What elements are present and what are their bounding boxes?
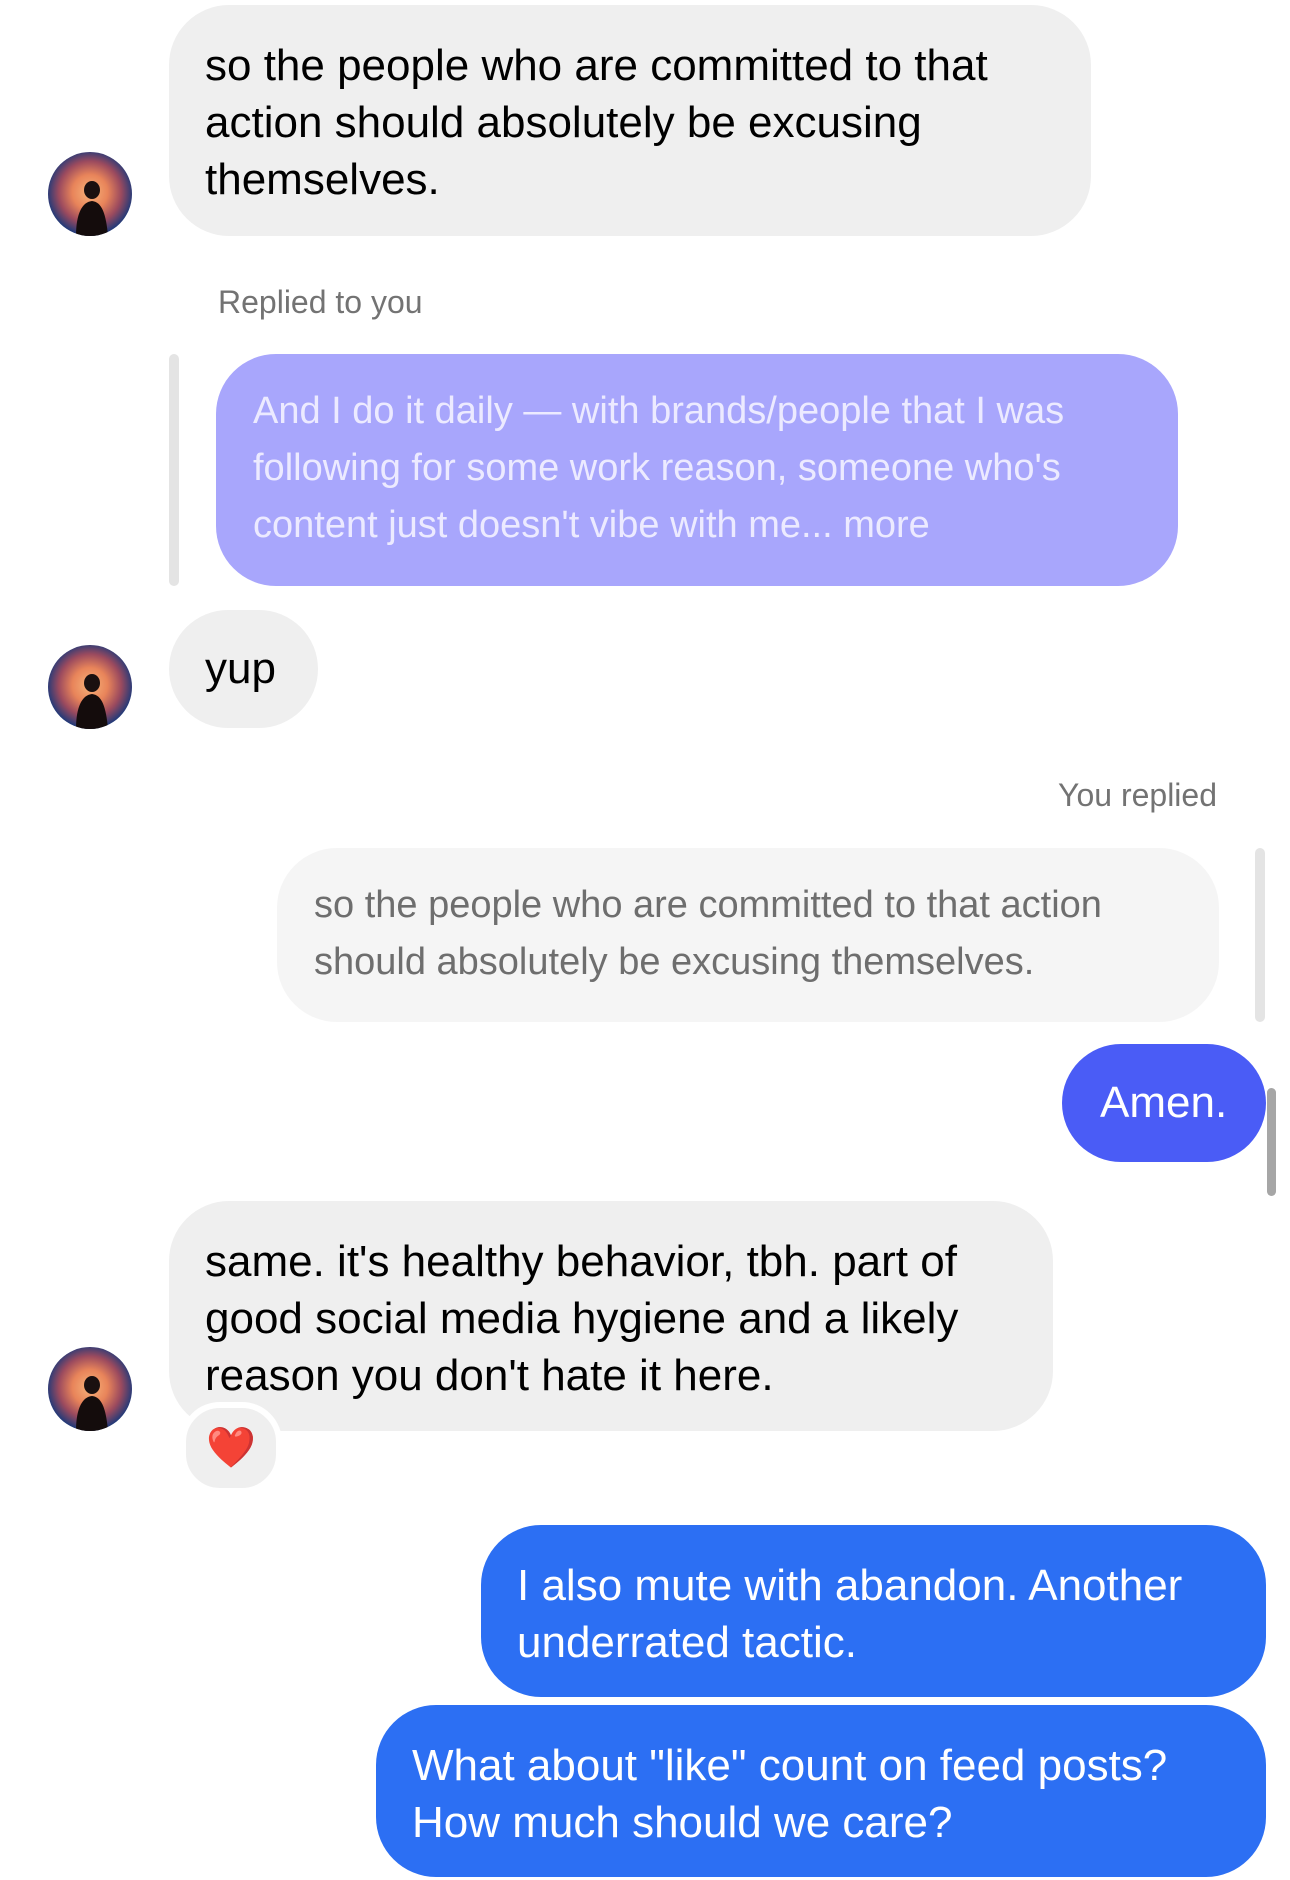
- reply-indicator-label: You replied: [1058, 777, 1217, 813]
- scrollbar-thumb[interactable]: [1267, 1088, 1276, 1196]
- message-bubble-incoming[interactable]: same. it's healthy behavior, tbh. part o…: [169, 1201, 1053, 1431]
- message-bubble-outgoing[interactable]: What about "like" count on feed posts? H…: [376, 1705, 1266, 1877]
- message-bubble-incoming[interactable]: yup: [169, 610, 318, 728]
- contact-avatar[interactable]: [48, 1347, 132, 1431]
- message-bubble-outgoing[interactable]: Amen.: [1062, 1044, 1266, 1162]
- quote-bar: [1255, 848, 1265, 1022]
- message-bubble-incoming[interactable]: so the people who are committed to that …: [169, 5, 1091, 236]
- reply-indicator-label: Replied to you: [218, 284, 423, 320]
- contact-avatar[interactable]: [48, 152, 132, 236]
- contact-avatar[interactable]: [48, 645, 132, 729]
- quoted-message[interactable]: And I do it daily — with brands/people t…: [216, 354, 1178, 586]
- message-bubble-outgoing[interactable]: I also mute with abandon. Another underr…: [481, 1525, 1266, 1697]
- quoted-message[interactable]: so the people who are committed to that …: [277, 848, 1219, 1022]
- heart-reaction-icon[interactable]: ❤️: [180, 1402, 282, 1494]
- quote-bar: [169, 354, 179, 586]
